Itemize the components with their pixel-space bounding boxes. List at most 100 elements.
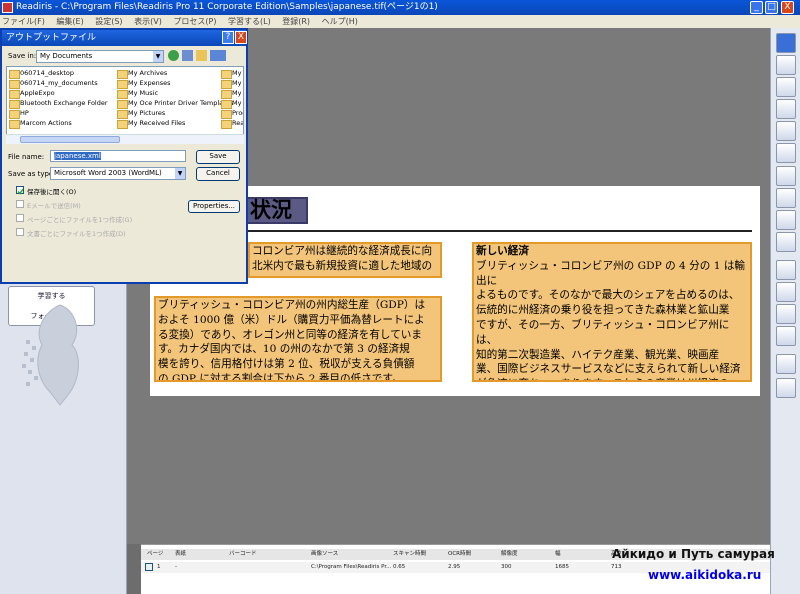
text-zone-right[interactable]: 新しい経済 ブリティッシュ・コロンビア州の GDP の 4 分の 1 は輸出に … [472, 242, 752, 382]
menu-help[interactable]: ヘルプ(H) [322, 17, 358, 26]
col-barcode: バーコード [229, 551, 257, 557]
cancel-button[interactable]: Cancel [196, 167, 240, 181]
readiris-bird-logo [22, 304, 79, 406]
menu-learn[interactable]: 学習する(L) [228, 17, 271, 26]
file-list-scrollbar[interactable] [6, 134, 244, 144]
open-after-saving-checkbox[interactable] [16, 186, 24, 195]
col-resolution: 解像度 [501, 551, 518, 557]
menu-register[interactable]: 登録(R) [282, 17, 310, 26]
menu-edit[interactable]: 編集(E) [56, 17, 83, 26]
dialog-close-button[interactable]: X [235, 31, 247, 44]
list-item[interactable]: Proc [221, 109, 243, 119]
pen-tool-icon[interactable] [776, 143, 796, 163]
text-zone-left-bottom[interactable]: ブリティッシュ・コロンビア州の州内総生産（GDP）は およそ 1000 億（米）… [154, 296, 442, 382]
image-tool-icon[interactable] [776, 77, 796, 97]
list-item[interactable]: My Music [117, 89, 158, 99]
help-button[interactable]: ? [222, 31, 234, 44]
email-checkbox[interactable] [16, 200, 24, 208]
list-item[interactable]: My Received Files [117, 119, 185, 129]
list-item[interactable]: HP [9, 109, 29, 119]
list-item[interactable]: My Oce Printer Driver Templates [117, 99, 233, 109]
scanner-icon[interactable] [776, 378, 796, 398]
merge-zone-icon[interactable] [776, 304, 796, 324]
window-titlebar: Readiris - C:\Program Files\Readiris Pro… [0, 0, 800, 15]
new-folder-icon[interactable] [196, 50, 207, 61]
file-name-input[interactable]: japanese.xml [50, 150, 186, 162]
list-item[interactable]: My Expenses [117, 79, 171, 89]
save-in-label: Save in: [8, 52, 37, 60]
col-ocr-time: OCR時間 [448, 551, 471, 557]
heading-zone[interactable]: 状況 [246, 197, 308, 224]
list-item[interactable]: 060714_my_documents [9, 79, 98, 89]
file-per-page-checkbox[interactable] [16, 214, 24, 222]
menu-settings[interactable]: 設定(S) [95, 17, 122, 26]
col-width: 幅 [555, 551, 561, 557]
cell-image-source: C:\Program Files\Readiris Pr... [311, 564, 392, 570]
list-item[interactable]: Rea [221, 119, 243, 129]
list-item[interactable]: AppleExpo [9, 89, 55, 99]
list-item[interactable]: Marcom Actions [9, 119, 72, 129]
maximize-button[interactable]: □ [765, 1, 778, 14]
order-zone-icon[interactable] [776, 282, 796, 302]
window-title: Readiris - C:\Program Files\Readiris Pro… [16, 2, 438, 12]
save-in-dropdown[interactable]: My Documents ▼ [36, 50, 164, 63]
menu-process[interactable]: プロセス(P) [173, 17, 216, 26]
col-page: ページ [147, 551, 164, 557]
text-zone-left-top[interactable]: コロンビア州は継続的な経済成長に向 北米内で最も新規投資に適した地域の [248, 242, 442, 278]
heading-text: 状況 [250, 197, 292, 222]
zone-text-icon[interactable] [776, 188, 796, 208]
list-item[interactable]: My Archives [117, 69, 167, 79]
email-label: Eメールで送信(M) [27, 202, 81, 210]
list-item[interactable]: My Pictures [117, 109, 165, 119]
properties-button[interactable]: Properties... [188, 200, 240, 213]
save-as-dropdown[interactable]: Microsoft Word 2003 (WordML) ▼ [50, 167, 186, 180]
zone-image-icon[interactable] [776, 210, 796, 230]
list-item[interactable]: My S [221, 69, 243, 79]
edit-zone-icon[interactable] [776, 260, 796, 280]
chevron-down-icon: ▼ [153, 51, 163, 62]
list-item[interactable]: Bluetooth Exchange Folder [9, 99, 108, 109]
col-scan-time: スキャン時間 [393, 551, 427, 557]
zone-right-title: 新しい経済 [476, 245, 529, 257]
save-button[interactable]: Save [196, 150, 240, 164]
back-icon[interactable] [168, 50, 179, 61]
watermark-url[interactable]: www.aikidoka.ru [648, 568, 761, 582]
heading-rule [238, 230, 752, 232]
view-menu-icon[interactable] [210, 50, 226, 61]
watermark-title: Айкидо и Путь самурая [612, 547, 775, 561]
zone-table-icon[interactable] [776, 232, 796, 252]
save-as-label: Save as type: [8, 170, 56, 178]
menu-file[interactable]: ファイル(F) [2, 17, 45, 26]
close-button[interactable]: X [781, 1, 794, 14]
list-item[interactable]: 060714_desktop [9, 69, 74, 79]
select-tool-icon[interactable] [776, 33, 796, 53]
list-item[interactable]: My S [221, 89, 243, 99]
zoom-icon[interactable] [776, 354, 796, 374]
app-icon [2, 2, 13, 13]
save-in-value: My Documents [40, 52, 93, 60]
cell-cover: - [175, 564, 177, 570]
text-tool-icon[interactable] [776, 99, 796, 119]
file-per-doc-label: 文書ごとにファイルを1つ作成(D) [27, 230, 126, 238]
file-per-doc-checkbox[interactable] [16, 228, 24, 236]
open-after-saving-label: 保存後に開く(O) [27, 188, 77, 196]
list-item[interactable]: My V [221, 99, 243, 109]
menu-bar: ファイル(F) 編集(E) 設定(S) 表示(V) プロセス(P) 学習する(L… [0, 15, 800, 28]
save-as-value: Microsoft Word 2003 (WordML) [54, 169, 162, 177]
file-per-page-label: ページごとにファイルを1つ作成(G) [27, 216, 133, 224]
menu-view[interactable]: 表示(V) [134, 17, 162, 26]
row-checkbox[interactable] [145, 563, 153, 571]
cell-resolution: 300 [501, 564, 512, 570]
minimize-button[interactable]: _ [750, 1, 763, 14]
barcode-tool-icon[interactable] [776, 121, 796, 141]
file-name-value: japanese.xml [54, 152, 101, 160]
scrollbar-thumb[interactable] [20, 136, 120, 143]
col-cover: 表紙 [175, 551, 187, 557]
page-tool-icon[interactable] [776, 55, 796, 75]
up-folder-icon[interactable] [182, 50, 193, 61]
zone-tool-icon[interactable] [776, 166, 796, 186]
list-item[interactable]: My S [221, 79, 243, 89]
cell-page: 1 [157, 564, 161, 570]
file-list[interactable]: 060714_desktop 060714_my_documents Apple… [6, 66, 244, 144]
rotate-icon[interactable] [776, 326, 796, 346]
